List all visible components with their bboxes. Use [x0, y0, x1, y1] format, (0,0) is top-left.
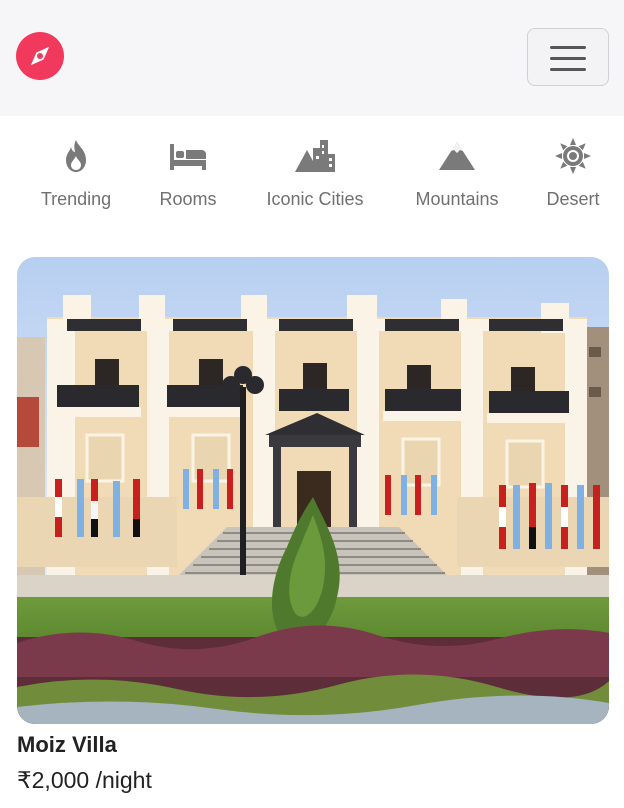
category-label: Trending [40, 189, 112, 209]
category-label: Iconic Cities [266, 189, 364, 209]
category-trending[interactable]: Trending [36, 136, 116, 210]
fire-icon [66, 140, 86, 172]
listing-card[interactable]: Moiz Villa ₹2,000 /night [17, 257, 609, 793]
category-label: Desert [546, 189, 600, 209]
listing-price: ₹2,000 /night [17, 767, 152, 794]
mountain-icon [439, 142, 475, 170]
category-iconic-cities[interactable]: Iconic Cities [262, 136, 368, 210]
category-desert[interactable]: Desert [541, 136, 605, 210]
category-label: Mountains [415, 189, 499, 209]
menu-button[interactable] [527, 28, 609, 86]
category-bar: Trending Rooms Iconic Cities Mountains D… [0, 116, 624, 236]
category-rooms[interactable]: Rooms [153, 136, 223, 210]
top-navbar [0, 0, 624, 116]
bed-icon [170, 144, 206, 170]
price-unit: /night [95, 767, 152, 793]
price-amount: 2,000 [31, 767, 90, 793]
sun-icon [555, 138, 591, 174]
hamburger-menu-icon [550, 46, 586, 49]
category-mountains[interactable]: Mountains [411, 136, 503, 210]
city-icon [295, 140, 335, 172]
currency-symbol: ₹ [17, 767, 32, 793]
listing-photo[interactable] [17, 257, 609, 724]
compass-icon[interactable] [16, 32, 64, 80]
villa-image [17, 257, 609, 724]
category-label: Rooms [159, 189, 217, 209]
listing-title[interactable]: Moiz Villa [17, 732, 117, 758]
